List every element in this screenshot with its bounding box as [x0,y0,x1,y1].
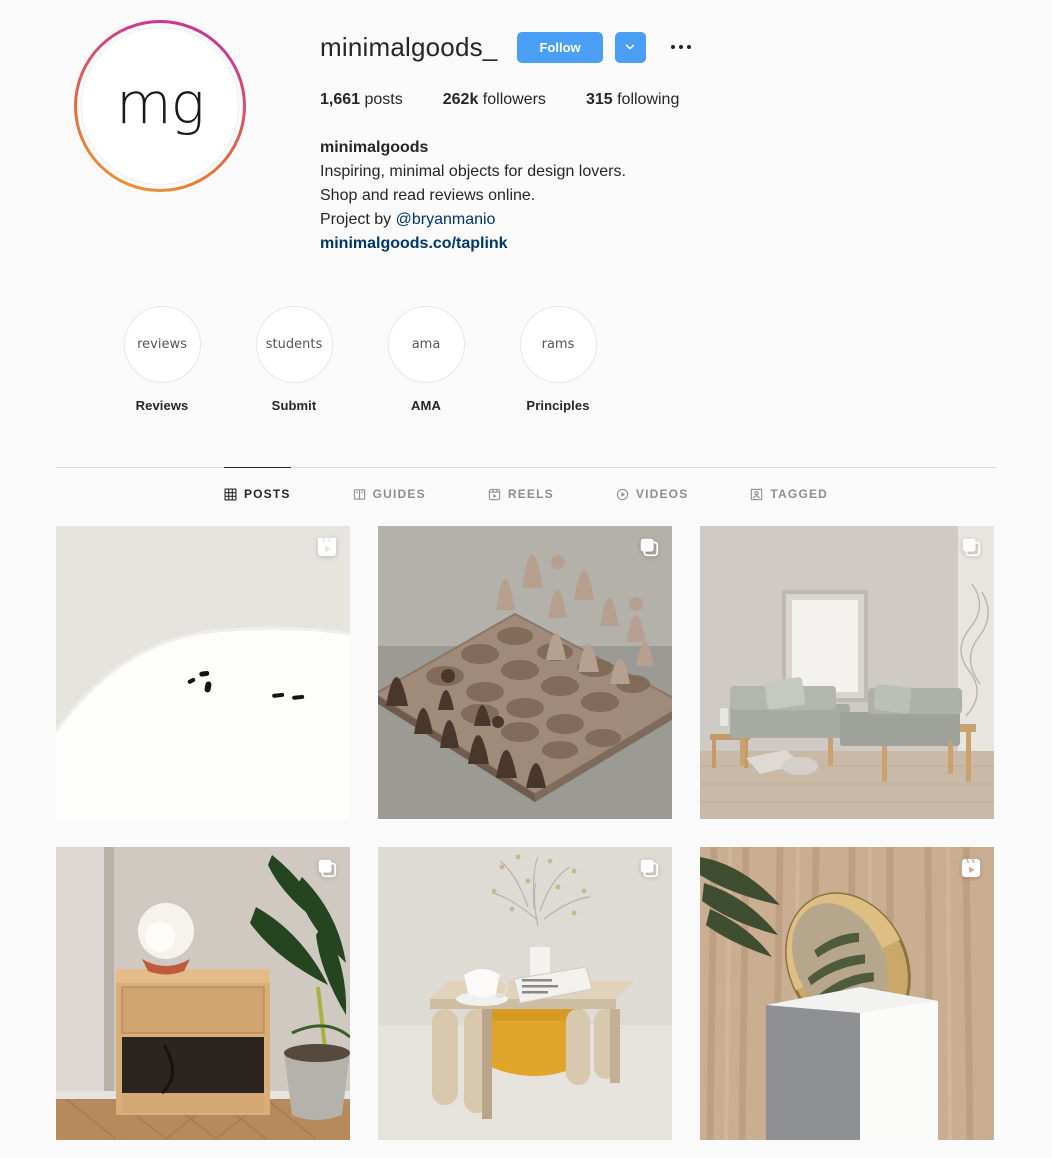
post-thumbnail [56,847,350,1140]
more-dot-icon [670,45,675,49]
profile-avatar[interactable]: mg [74,20,246,192]
instagram-profile-page: mg minimalgoods_ Follow 1,661 posts 262k… [0,0,1052,1140]
stat-posts[interactable]: 1,661 posts [320,91,403,109]
stat-followers[interactable]: 262k followers [443,91,546,109]
post-white-curved-object[interactable] [56,526,350,819]
tab-videos[interactable]: VIDEOS [616,467,689,520]
highlight-label: Reviews [135,398,189,413]
tab-reels[interactable]: REELS [488,467,554,520]
avatar-ring-gap: mg [77,23,243,189]
tab-label: POSTS [243,487,291,501]
highlight-label: Submit [271,398,317,413]
reels-icon [488,488,501,501]
bio-project-prefix: Project by [320,211,396,228]
book-icon [353,488,366,501]
highlight-principles[interactable]: rams Principles [492,306,624,413]
tagged-icon [750,488,763,501]
avatar-column: mg [0,12,320,256]
post-oak-nightstand-lamp[interactable] [56,847,350,1140]
page-title: minimalgoods_ [320,32,498,62]
highlight-cover-text: rams [541,337,575,352]
follow-button[interactable]: Follow [517,31,603,63]
bio-line-2: Shop and read reviews online. [320,187,536,204]
more-dot-icon [686,45,691,49]
post-grey-sectional-sofa[interactable] [700,526,994,819]
bio-mention-link[interactable]: @bryanmanio [396,211,496,228]
video-icon [616,488,629,501]
bio-line-1: Inspiring, minimal objects for design lo… [320,163,626,180]
tab-label: REELS [507,487,554,501]
post-wooden-chess-set[interactable] [378,526,672,819]
avatar-monogram: mg [116,70,205,137]
highlight-cover: reviews [123,306,201,383]
tab-label: GUIDES [372,487,426,501]
chevron-down-icon [623,40,637,54]
stat-following[interactable]: 315 following [586,91,679,109]
post-brass-bowl-pedestal[interactable] [700,847,994,1140]
post-wood-table-yellow[interactable] [378,847,672,1140]
highlight-reviews[interactable]: reviews Reviews [96,306,228,413]
highlight-cover-text: ama [411,337,441,352]
highlight-cover-text: reviews [137,337,187,352]
highlight-cover: students [255,306,333,383]
profile-stats: 1,661 posts 262k followers 315 following [320,91,1052,109]
tab-label: VIDEOS [635,487,689,501]
more-options-button[interactable] [664,32,698,63]
tab-guides[interactable]: GUIDES [353,467,426,520]
post-thumbnail [378,847,672,1140]
post-grid [0,526,1052,1140]
post-thumbnail [700,526,994,819]
highlight-label: AMA [411,398,441,413]
highlight-cover: rams [519,306,597,383]
highlight-cover-text: students [265,337,323,352]
tab-tagged[interactable]: TAGGED [750,467,828,520]
tab-posts[interactable]: POSTS [223,467,291,520]
bio-external-link[interactable]: minimalgoods.co/taplink [320,232,1052,256]
profile-bio: minimalgoods Inspiring, minimal objects … [320,136,1052,256]
tab-label: TAGGED [770,487,829,501]
profile-header: mg minimalgoods_ Follow 1,661 posts 262k… [0,0,1052,256]
username-row: minimalgoods_ Follow [320,30,1052,64]
post-thumbnail [378,526,672,819]
story-highlights: reviews Reviews students Submit ama AMA … [0,306,1052,413]
bio-line-3: Project by @bryanmanio [320,208,1052,232]
post-thumbnail [700,847,994,1140]
highlight-label: Principles [526,398,590,413]
post-thumbnail [56,526,350,819]
grid-icon [224,488,237,501]
profile-full-name: minimalgoods [320,139,429,156]
highlight-ama[interactable]: ama AMA [360,306,492,413]
more-dot-icon [678,45,683,49]
highlight-cover: ama [387,306,465,383]
profile-info-column: minimalgoods_ Follow 1,661 posts 262k fo… [320,12,1052,256]
follow-dropdown-button[interactable] [614,31,646,63]
avatar-inner: mg [81,27,239,185]
highlight-submit[interactable]: students Submit [228,306,360,413]
profile-tabbar: POSTS GUIDES REELS VIDEOS TAGGED [56,467,996,520]
